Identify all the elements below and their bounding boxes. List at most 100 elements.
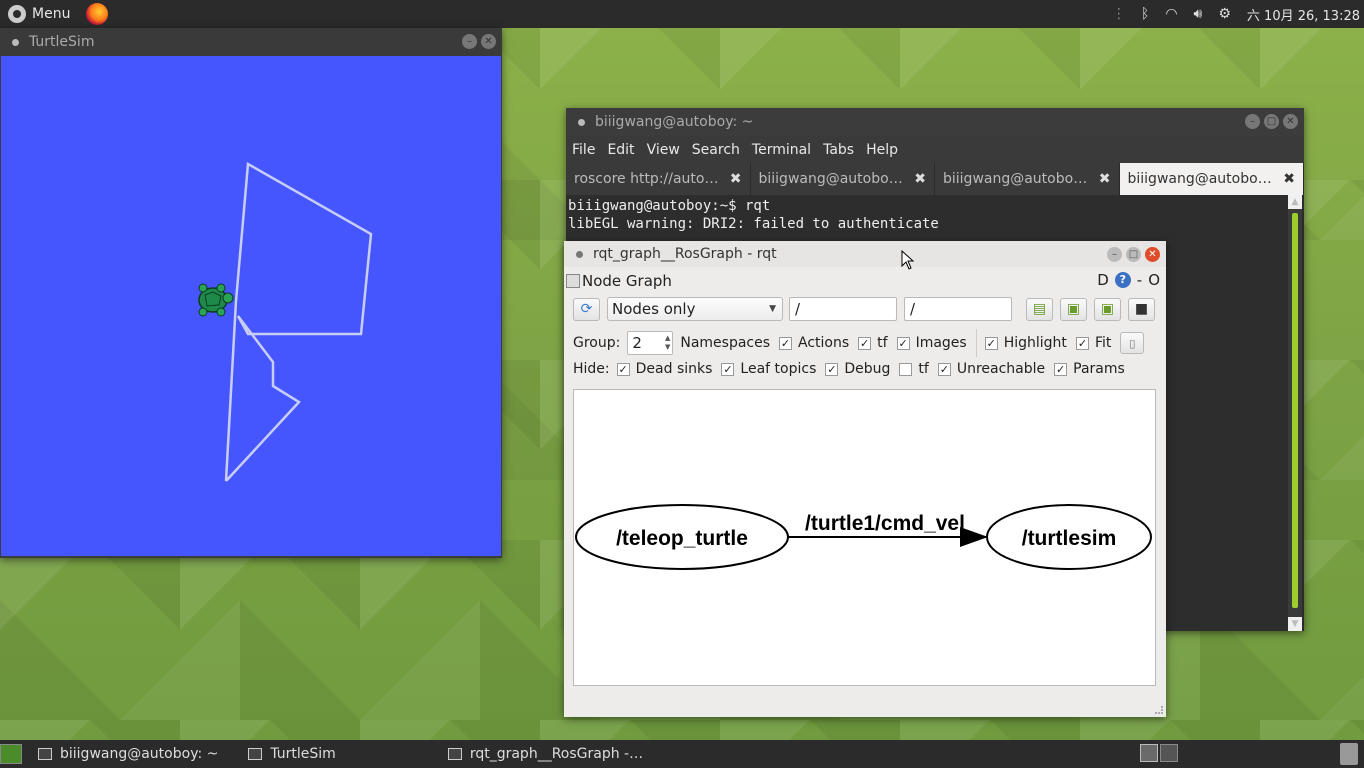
minimize-plugin-button[interactable]: - [1137,271,1142,289]
params-checkbox[interactable]: ✓ Params [1054,361,1125,377]
terminal-tab[interactable]: roscore http://auto… ✖ [566,163,751,195]
volume-icon[interactable]: 🔊︎ [1194,6,1203,22]
close-tab-icon[interactable]: ✖ [1283,171,1295,187]
terminal-titlebar[interactable]: biiigwang@autoboy: ~ – □ ✕ [566,108,1304,136]
window-icon [248,748,263,760]
checkbox-label: Namespaces [680,335,771,351]
actions-checkbox[interactable]: ✓ Actions [779,335,849,351]
spin-arrows-icon[interactable]: ▲ ▼ [665,334,672,352]
resize-grip[interactable] [1155,706,1163,714]
taskbar-item-turtlesim[interactable]: TurtleSim [248,740,336,768]
close-button[interactable]: ✕ [1283,114,1298,129]
namespaces-checkbox[interactable]: Namespaces [680,335,770,351]
checkbox-label: tf [877,335,888,351]
refresh-icon[interactable]: ⟳ [573,297,600,321]
fit-view-icon[interactable]: ▯ [1120,332,1145,354]
wifi-icon[interactable]: ◠ [1165,6,1177,22]
checkbox-box[interactable] [899,362,913,376]
menu-search[interactable]: Search [686,142,746,158]
checkbox-box[interactable]: ✓ [937,362,951,376]
maximize-button[interactable]: □ [1126,247,1141,262]
menu-help[interactable]: Help [860,142,904,158]
terminal-tabs: roscore http://auto… ✖ biiigwang@autobo…… [566,163,1304,195]
menu-file[interactable]: File [566,142,601,158]
menu-view[interactable]: View [641,142,686,158]
highlight-checkbox[interactable]: ✓ Highlight [984,335,1067,351]
save-dot-icon[interactable]: ▣ [1060,297,1087,321]
window-menu-icon[interactable] [578,118,585,126]
workspace-2[interactable] [1160,744,1178,762]
taskbar-item-terminal[interactable]: biiigwang@autoboy: ~ [38,740,218,768]
bluetooth-icon[interactable]: ᛒ [1141,6,1149,22]
graph-mode-select[interactable]: Nodes only ▼ [607,297,783,321]
menu-edit[interactable]: Edit [601,142,640,158]
checkbox-box[interactable]: ✓ [721,362,735,376]
topic-filter-input[interactable]: / [904,297,1012,321]
trash-icon[interactable] [1340,743,1358,765]
unreachable-checkbox[interactable]: ✓ Unreachable [937,361,1046,377]
menu-terminal[interactable]: Terminal [746,142,817,158]
minimize-button[interactable]: – [462,34,477,49]
load-dot-icon[interactable]: ▤ [1026,297,1053,321]
close-tab-icon[interactable]: ✖ [1099,171,1111,187]
checkbox-box[interactable]: ✓ [1054,362,1068,376]
minimize-button[interactable]: – [1107,247,1122,262]
scroll-down-icon[interactable]: ▼ [1288,617,1302,631]
workspace-1[interactable] [1140,744,1158,762]
clock[interactable]: 六 10月 26, 13:28 [1247,5,1360,24]
terminal-tab[interactable]: biiigwang@autobo… ✖ [751,163,935,195]
hide-label: Hide: [573,361,610,377]
tf-group-checkbox[interactable]: ✓ tf [858,335,888,351]
menu-label: Menu [32,6,71,22]
close-button[interactable]: ✕ [1145,247,1160,262]
window-menu-icon[interactable] [12,38,19,46]
rqt-titlebar[interactable]: rqt_graph__RosGraph - rqt – □ ✕ [564,241,1166,267]
maximize-button[interactable]: □ [1264,114,1279,129]
checkbox-label: Unreachable [956,361,1046,377]
firefox-icon[interactable] [86,3,109,25]
scrollbar-thumb[interactable] [1292,213,1298,608]
checkbox-box[interactable]: ✓ [858,336,872,350]
checkbox-box[interactable]: ✓ [896,336,910,350]
settings-icon[interactable]: ⚙ [1218,6,1231,22]
window-menu-icon[interactable] [576,250,583,258]
tf-hide-checkbox[interactable]: tf [899,361,929,377]
checkbox-box[interactable]: ✓ [616,362,630,376]
terminal-tab-active[interactable]: biiigwang@autobo… ✖ [1119,163,1304,195]
turtlesim-titlebar[interactable]: TurtleSim – ✕ [0,28,502,56]
close-tab-icon[interactable]: ✖ [730,171,742,187]
show-desktop-icon[interactable] [0,744,22,764]
close-tab-icon[interactable]: ✖ [914,171,926,187]
debug-checkbox[interactable]: ✓ Debug [825,361,890,377]
save-svg-icon[interactable]: ▣ [1094,297,1121,321]
fit-checkbox[interactable]: ✓ Fit [1075,335,1111,351]
help-icon[interactable]: ? [1114,272,1131,288]
taskbar-item-rqt[interactable]: rqt_graph__RosGraph -… [447,740,644,768]
dead-sinks-checkbox[interactable]: ✓ Dead sinks [616,361,712,377]
minimize-button[interactable]: – [1245,114,1260,129]
graph-canvas[interactable]: /teleop_turtle /turtlesim /turtle1/cmd_v… [573,389,1156,686]
checkbox-box[interactable]: ✓ [779,336,793,350]
rqt-window: rqt_graph__RosGraph - rqt – □ ✕ Node Gra… [564,241,1166,717]
checkbox-box[interactable]: ✓ [1075,336,1089,350]
namespace-filter-input[interactable]: / [789,297,897,321]
main-menu-button[interactable]: Menu [0,0,78,28]
save-image-icon[interactable]: ■ [1128,297,1155,321]
options-button[interactable]: O [1148,271,1160,289]
close-button[interactable]: ✕ [481,34,496,49]
group-spinbox[interactable]: 2 ▲ ▼ [627,331,674,355]
plugin-title: Node Graph [582,272,672,290]
scroll-up-icon[interactable]: ▲ [1288,195,1302,209]
terminal-scrollbar[interactable]: ▲ ▼ [1288,195,1302,631]
taskbar-item-label: rqt_graph__RosGraph -… [469,746,644,762]
checkbox-box[interactable]: ✓ [825,362,839,376]
group-value: 2 [632,334,642,352]
checkbox-box[interactable]: ✓ [984,336,998,350]
images-checkbox[interactable]: ✓ Images [896,335,967,351]
dock-button[interactable]: D [1097,271,1109,289]
terminal-menubar: File Edit View Search Terminal Tabs Help [566,136,1304,163]
plugin-header: Node Graph D ? - O [564,267,1166,295]
menu-tabs[interactable]: Tabs [817,142,860,158]
leaf-topics-checkbox[interactable]: ✓ Leaf topics [721,361,816,377]
terminal-tab[interactable]: biiigwang@autobo… ✖ [935,163,1120,195]
